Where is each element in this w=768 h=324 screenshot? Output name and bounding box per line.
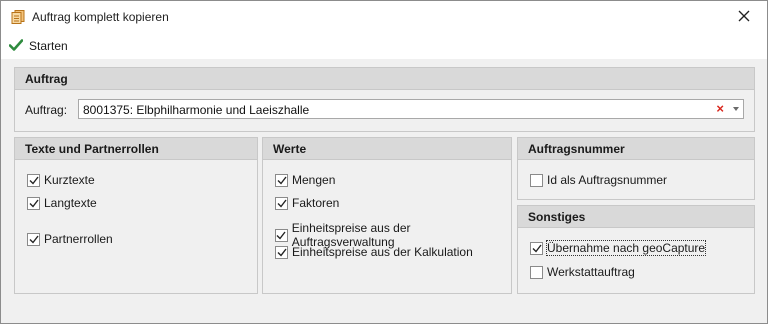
checkbox-label: Langtexte — [44, 196, 97, 210]
auftrag-combobox[interactable]: 8001375: Elbphilharmonie und Laeiszhalle… — [78, 99, 744, 119]
panel-auftragsnummer: Auftragsnummer Id als Auftragsnummer — [517, 137, 755, 200]
checkbox-label: Faktoren — [292, 196, 340, 210]
checkbox-box[interactable] — [275, 173, 288, 187]
panel-header-texte: Texte und Partnerrollen — [15, 138, 257, 160]
checkmark-icon — [277, 199, 287, 208]
checkmark-icon — [277, 176, 287, 185]
panel-header-auftragsnummer: Auftragsnummer — [518, 138, 754, 160]
checkbox-langtexte[interactable]: Langtexte — [27, 196, 97, 210]
title-bar: Auftrag komplett kopieren — [1, 1, 767, 33]
dialog-window: Auftrag komplett kopieren Starten Auftra… — [0, 0, 768, 324]
checkmark-icon — [29, 199, 39, 208]
checkbox-einheitspreise-kalkulation[interactable]: Einheitspreise aus der Kalkulation — [275, 245, 473, 259]
panel-header-auftrag: Auftrag — [15, 68, 754, 90]
checkmark-icon — [29, 176, 39, 185]
panel-header-werte: Werte — [263, 138, 511, 160]
checkbox-partnerrollen[interactable]: Partnerrollen — [27, 232, 113, 246]
checkbox-box[interactable] — [27, 173, 40, 187]
checkmark-icon — [8, 38, 24, 54]
checkbox-label: Werkstattauftrag — [547, 265, 635, 279]
chevron-down-icon[interactable] — [733, 107, 739, 111]
checkmark-icon — [276, 231, 286, 240]
checkbox-box[interactable] — [27, 232, 40, 246]
toolbar: Starten — [1, 33, 767, 59]
checkbox-id-als-auftragsnummer[interactable]: Id als Auftragsnummer — [530, 173, 667, 187]
checkbox-label: Einheitspreise aus der Kalkulation — [292, 245, 473, 259]
panel-header-sonstiges: Sonstiges — [518, 206, 754, 228]
copy-documents-icon — [11, 10, 25, 24]
checkbox-box[interactable] — [27, 196, 40, 210]
checkbox-label: Id als Auftragsnummer — [547, 173, 668, 187]
checkmark-icon — [29, 235, 39, 244]
panel-texte-partnerrollen: Texte und Partnerrollen Kurztexte Langte… — [14, 137, 258, 294]
checkbox-mengen[interactable]: Mengen — [275, 173, 335, 187]
checkbox-box[interactable] — [530, 265, 543, 279]
checkbox-box[interactable] — [275, 228, 288, 242]
panel-sonstiges: Sonstiges Übernahme nach geoCapture Werk… — [517, 205, 755, 294]
checkbox-label: Kurztexte — [44, 173, 95, 187]
checkbox-kurztexte[interactable]: Kurztexte — [27, 173, 95, 187]
checkbox-label: Übernahme nach geoCapture — [545, 240, 707, 256]
auftrag-field-label: Auftrag: — [25, 103, 68, 117]
checkmark-icon — [532, 244, 542, 253]
checkbox-faktoren[interactable]: Faktoren — [275, 196, 339, 210]
checkbox-box[interactable] — [275, 196, 288, 210]
panel-auftrag: Auftrag Auftrag: 8001375: Elbphilharmoni… — [14, 67, 755, 132]
checkbox-box[interactable] — [275, 245, 288, 259]
auftrag-combobox-value: 8001375: Elbphilharmonie und Laeiszhalle — [83, 103, 310, 117]
checkbox-uebernahme-geocapture[interactable]: Übernahme nach geoCapture — [530, 240, 707, 256]
clear-icon[interactable]: × — [716, 101, 724, 116]
panel-werte: Werte Mengen Faktoren Einheitspreise aus… — [262, 137, 512, 294]
checkbox-label: Mengen — [292, 173, 336, 187]
start-button-label: Starten — [29, 39, 68, 53]
checkbox-box[interactable] — [530, 173, 543, 187]
checkbox-werkstattauftrag[interactable]: Werkstattauftrag — [530, 265, 635, 279]
checkmark-icon — [277, 248, 287, 257]
checkbox-label: Partnerrollen — [44, 232, 113, 246]
checkbox-box[interactable] — [530, 241, 543, 255]
start-button[interactable]: Starten — [8, 36, 68, 56]
close-button[interactable] — [721, 1, 767, 33]
close-icon — [738, 10, 750, 25]
window-title: Auftrag komplett kopieren — [32, 10, 169, 24]
